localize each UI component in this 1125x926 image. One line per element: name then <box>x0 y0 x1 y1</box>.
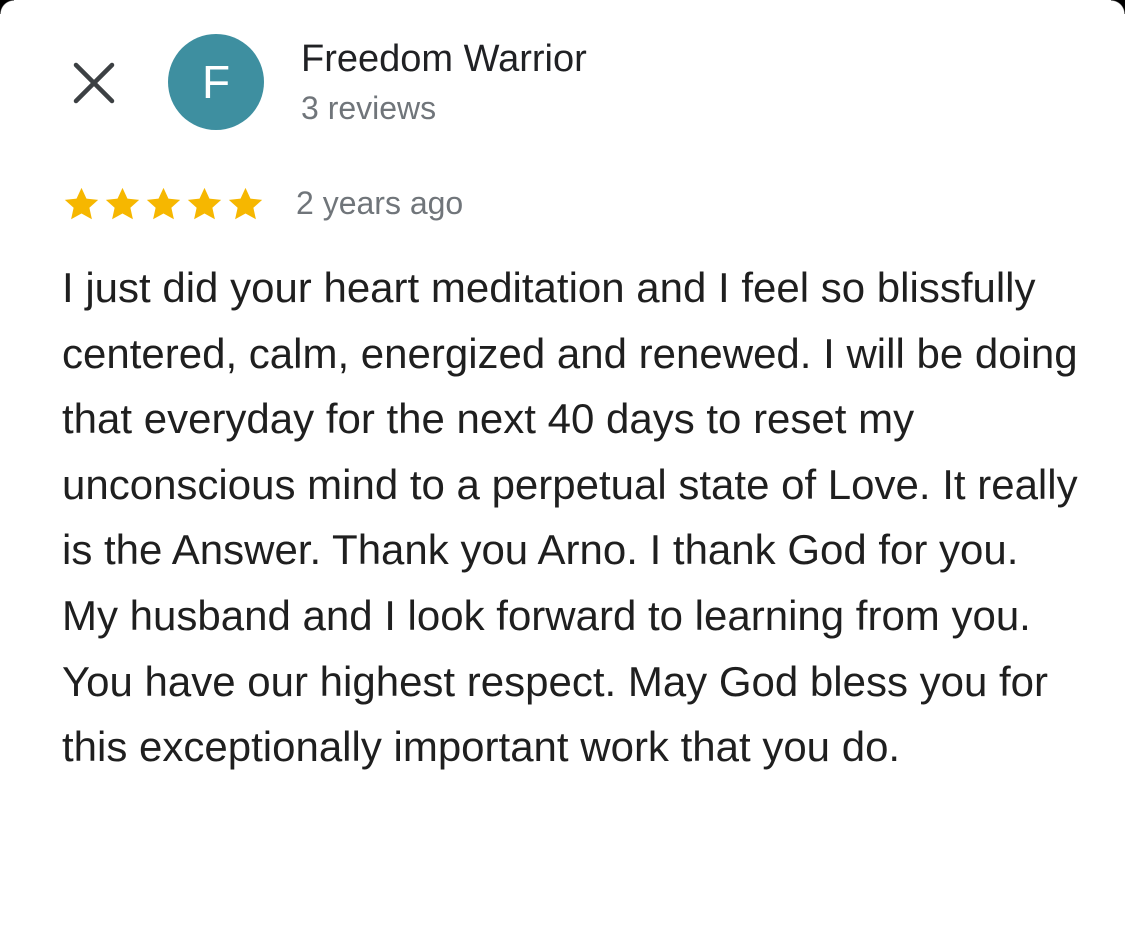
close-button[interactable] <box>66 55 122 111</box>
reviewer-name[interactable]: Freedom Warrior <box>301 38 587 81</box>
star-icon <box>228 187 263 220</box>
star-icon <box>105 187 140 220</box>
avatar-initial: F <box>201 56 231 108</box>
window-corner-right <box>1111 0 1125 14</box>
review-count: 3 reviews <box>301 90 437 126</box>
star-icon <box>187 187 222 220</box>
close-icon <box>73 62 115 104</box>
review-text: I just did your heart meditation and I f… <box>62 264 1078 771</box>
star-icon <box>64 187 99 220</box>
star-rating <box>62 185 265 224</box>
review-date: 2 years ago <box>296 185 464 221</box>
window-corner-left <box>0 0 14 14</box>
star-icon <box>146 187 181 220</box>
avatar[interactable]: F <box>168 34 264 130</box>
